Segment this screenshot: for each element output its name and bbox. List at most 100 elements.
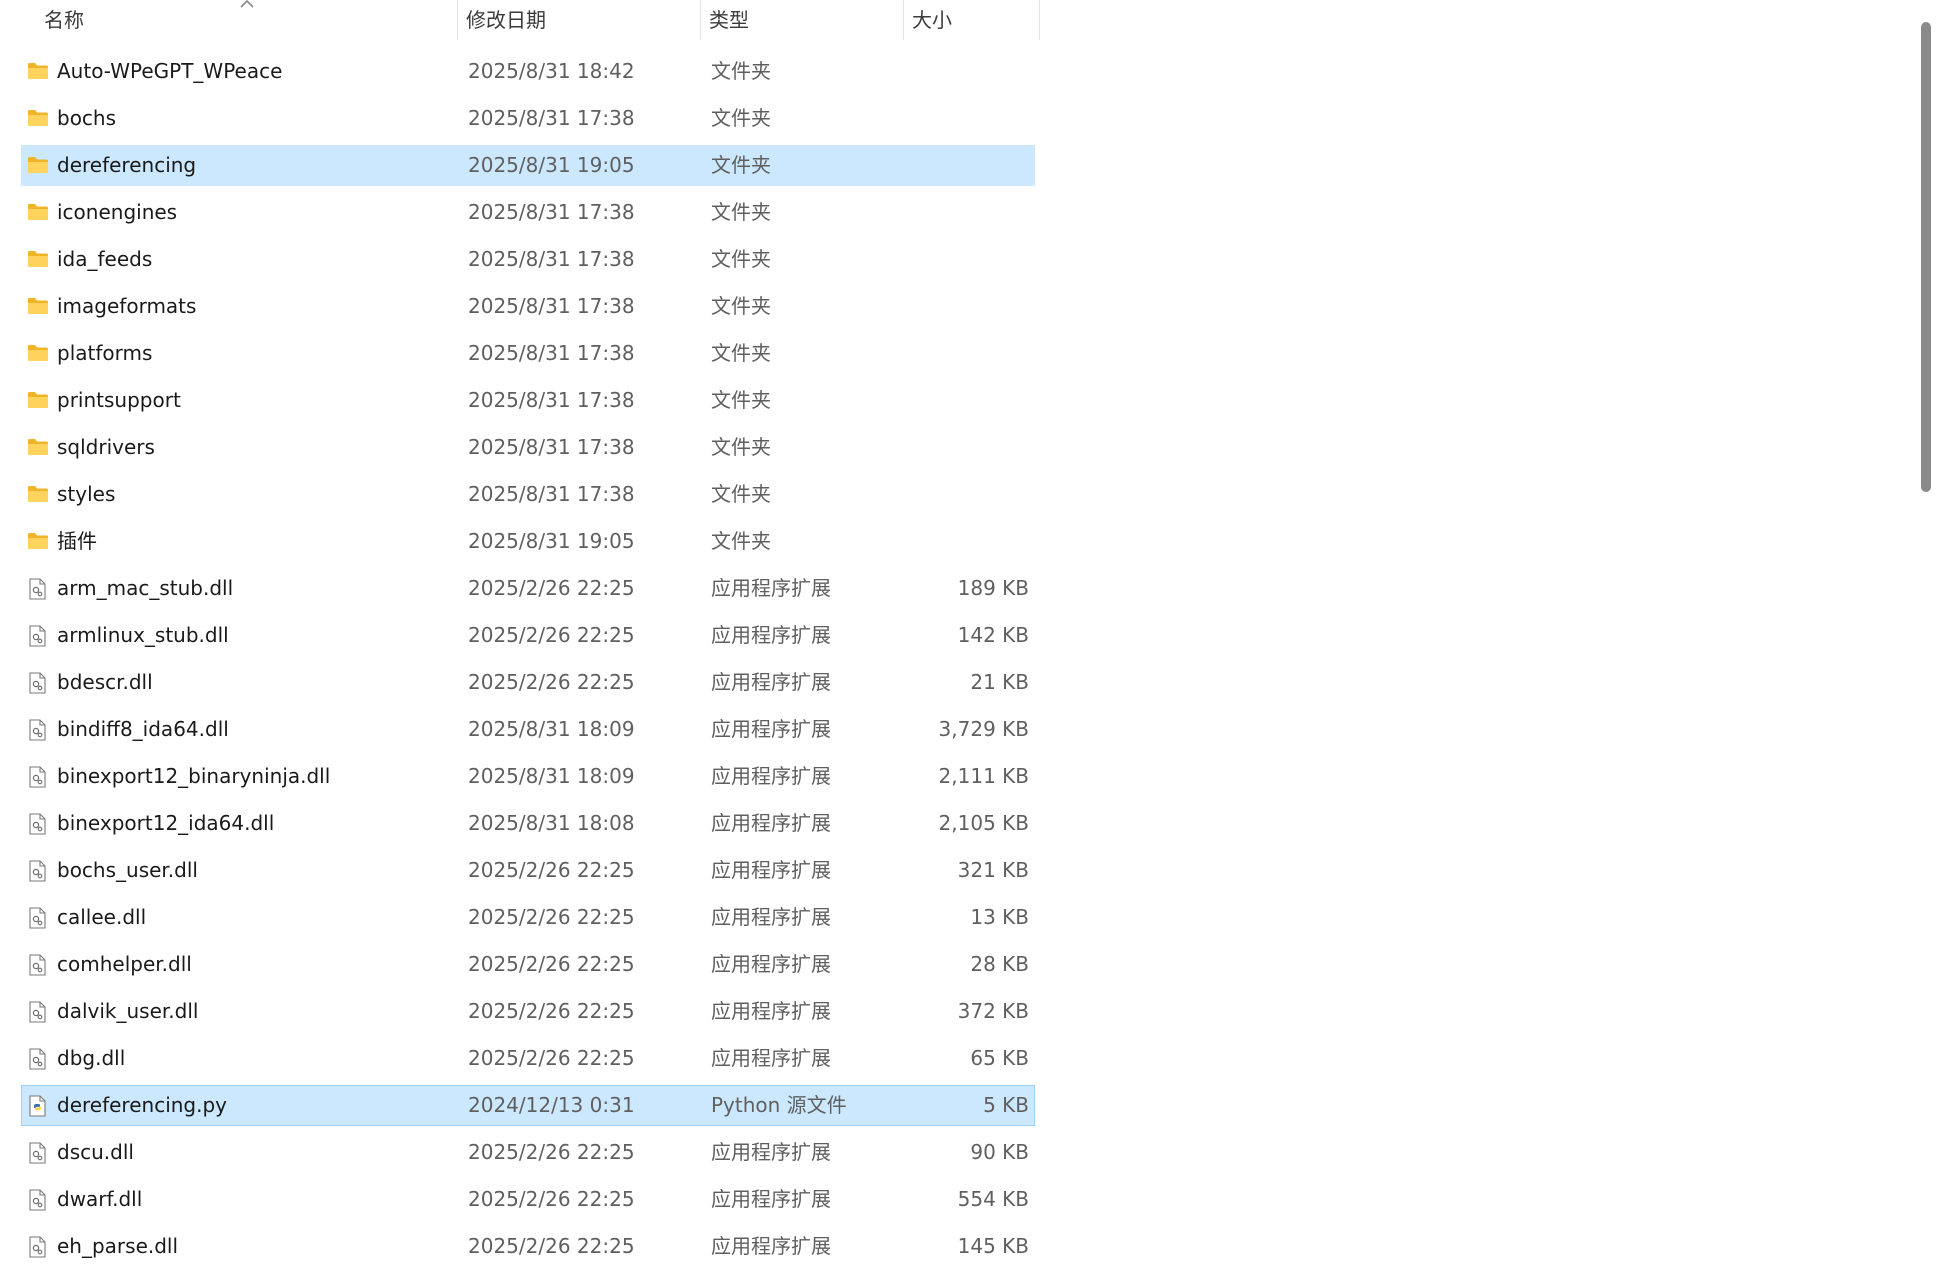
- file-row[interactable]: dalvik_user.dll 2025/2/26 22:25 应用程序扩展 372 …: [21, 991, 1035, 1032]
- folder-icon: [27, 146, 51, 185]
- file-row[interactable]: dbg.dll 2025/2/26 22:25 应用程序扩展 65 KB: [21, 1038, 1035, 1079]
- file-modified-date: 2025/8/31 19:05: [468, 153, 635, 177]
- dll-file-icon: [27, 1133, 51, 1172]
- file-type: 应用程序扩展: [711, 764, 831, 788]
- file-size: 321 KB: [957, 858, 1029, 882]
- file-name: styles: [57, 482, 116, 506]
- file-name: dereferencing.py: [57, 1093, 228, 1117]
- file-name: bochs: [57, 106, 117, 130]
- file-size: 65 KB: [970, 1046, 1029, 1070]
- file-row[interactable]: Auto-WPeGPT_WPeace 2025/8/31 18:42 文件夹: [21, 51, 1035, 92]
- file-type: 文件夹: [711, 388, 771, 412]
- folder-icon: [27, 240, 51, 279]
- file-row[interactable]: comhelper.dll 2025/2/26 22:25 应用程序扩展 28 KB: [21, 944, 1035, 985]
- file-modified-date: 2025/2/26 22:25: [468, 952, 635, 976]
- file-modified-date: 2025/8/31 17:38: [468, 294, 635, 318]
- file-modified-date: 2025/2/26 22:25: [468, 905, 635, 929]
- file-name: bochs_user.dll: [57, 858, 198, 882]
- file-name: printsupport: [57, 388, 181, 412]
- file-name: Auto-WPeGPT_WPeace: [57, 59, 283, 83]
- file-row[interactable]: dwarf.dll 2025/2/26 22:25 应用程序扩展 554 KB: [21, 1179, 1035, 1220]
- file-type: 应用程序扩展: [711, 858, 831, 882]
- column-header-date[interactable]: 修改日期: [458, 0, 701, 40]
- folder-icon: [27, 381, 51, 420]
- column-header-size[interactable]: 大小: [904, 0, 1040, 40]
- file-row[interactable]: dereferencing.py 2024/12/13 0:31 Python 源文…: [21, 1085, 1035, 1126]
- file-row[interactable]: bochs_user.dll 2025/2/26 22:25 应用程序扩展 321 K…: [21, 850, 1035, 891]
- file-size: 2,105 KB: [938, 811, 1029, 835]
- file-type: 应用程序扩展: [711, 623, 831, 647]
- dll-file-icon: [27, 1180, 51, 1219]
- dll-file-icon: [27, 1039, 51, 1078]
- file-type: 文件夹: [711, 59, 771, 83]
- file-row[interactable]: dscu.dll 2025/2/26 22:25 应用程序扩展 90 KB: [21, 1132, 1035, 1173]
- dll-file-icon: [27, 569, 51, 608]
- file-row[interactable]: binexport12_binaryninja.dll 2025/8/31 18:…: [21, 756, 1035, 797]
- file-row[interactable]: bochs 2025/8/31 17:38 文件夹: [21, 98, 1035, 139]
- file-row[interactable]: imageformats 2025/8/31 17:38 文件夹: [21, 286, 1035, 327]
- file-row[interactable]: binexport12_ida64.dll 2025/8/31 18:08 应用程序…: [21, 803, 1035, 844]
- file-modified-date: 2025/8/31 17:38: [468, 341, 635, 365]
- file-row[interactable]: bindiff8_ida64.dll 2025/8/31 18:09 应用程序扩展 3…: [21, 709, 1035, 750]
- file-modified-date: 2025/8/31 18:09: [468, 717, 635, 741]
- file-row[interactable]: 插件 2025/8/31 19:05 文件夹: [21, 521, 1035, 562]
- file-row[interactable]: styles 2025/8/31 17:38 文件夹: [21, 474, 1035, 515]
- file-name: platforms: [57, 341, 153, 365]
- file-type: 文件夹: [711, 153, 771, 177]
- file-type: 文件夹: [711, 247, 771, 271]
- file-type: 应用程序扩展: [711, 1187, 831, 1211]
- file-size: 142 KB: [957, 623, 1029, 647]
- file-modified-date: 2025/2/26 22:25: [468, 999, 635, 1023]
- dll-file-icon: [27, 804, 51, 843]
- folder-icon: [27, 522, 51, 561]
- scrollbar-thumb[interactable]: [1921, 22, 1931, 492]
- file-row[interactable]: arm_mac_stub.dll 2025/2/26 22:25 应用程序扩展 189…: [21, 568, 1035, 609]
- file-modified-date: 2025/8/31 17:38: [468, 388, 635, 412]
- file-name: armlinux_stub.dll: [57, 623, 229, 647]
- file-size: 2,111 KB: [938, 764, 1029, 788]
- file-modified-date: 2025/2/26 22:25: [468, 576, 635, 600]
- file-name: callee.dll: [57, 905, 147, 929]
- file-name: dereferencing: [57, 153, 197, 177]
- file-row[interactable]: sqldrivers 2025/8/31 17:38 文件夹: [21, 427, 1035, 468]
- vertical-scrollbar[interactable]: [1916, 0, 1938, 1284]
- file-name: dscu.dll: [57, 1140, 134, 1164]
- file-row[interactable]: dereferencing 2025/8/31 19:05 文件夹: [21, 145, 1035, 186]
- file-row[interactable]: callee.dll 2025/2/26 22:25 应用程序扩展 13 KB: [21, 897, 1035, 938]
- file-type: 文件夹: [711, 294, 771, 318]
- file-row[interactable]: armlinux_stub.dll 2025/2/26 22:25 应用程序扩展 14…: [21, 615, 1035, 656]
- file-name: eh_parse.dll: [57, 1234, 179, 1258]
- file-modified-date: 2025/8/31 17:38: [468, 482, 635, 506]
- file-modified-date: 2025/8/31 17:38: [468, 200, 635, 224]
- file-type: 应用程序扩展: [711, 952, 831, 976]
- file-name: bindiff8_ida64.dll: [57, 717, 229, 741]
- file-size: 145 KB: [957, 1234, 1029, 1258]
- file-row[interactable]: printsupport 2025/8/31 17:38 文件夹: [21, 380, 1035, 421]
- column-header-bar: 名称 修改日期 类型 大小: [0, 0, 1040, 40]
- file-row[interactable]: platforms 2025/8/31 17:38 文件夹: [21, 333, 1035, 374]
- file-name: 插件: [57, 529, 97, 553]
- file-modified-date: 2025/2/26 22:25: [468, 1140, 635, 1164]
- file-name: bdescr.dll: [57, 670, 153, 694]
- file-size: 554 KB: [957, 1187, 1029, 1211]
- dll-file-icon: [27, 616, 51, 655]
- file-modified-date: 2025/8/31 19:05: [468, 529, 635, 553]
- folder-icon: [27, 287, 51, 326]
- dll-file-icon: [27, 710, 51, 749]
- file-row[interactable]: ida_feeds 2025/8/31 17:38 文件夹: [21, 239, 1035, 280]
- file-row[interactable]: bdescr.dll 2025/2/26 22:25 应用程序扩展 21 KB: [21, 662, 1035, 703]
- file-name: arm_mac_stub.dll: [57, 576, 234, 600]
- file-size: 372 KB: [957, 999, 1029, 1023]
- dll-file-icon: [27, 898, 51, 937]
- file-type: 文件夹: [711, 435, 771, 459]
- folder-icon: [27, 193, 51, 232]
- column-header-type[interactable]: 类型: [701, 0, 904, 40]
- column-header-name[interactable]: 名称: [36, 0, 458, 40]
- file-name: iconengines: [57, 200, 178, 224]
- dll-file-icon: [27, 1227, 51, 1266]
- file-row[interactable]: iconengines 2025/8/31 17:38 文件夹: [21, 192, 1035, 233]
- file-row[interactable]: eh_parse.dll 2025/2/26 22:25 应用程序扩展 145 KB: [21, 1226, 1035, 1267]
- file-name: binexport12_ida64.dll: [57, 811, 275, 835]
- file-type: 应用程序扩展: [711, 999, 831, 1023]
- file-modified-date: 2025/8/31 17:38: [468, 247, 635, 271]
